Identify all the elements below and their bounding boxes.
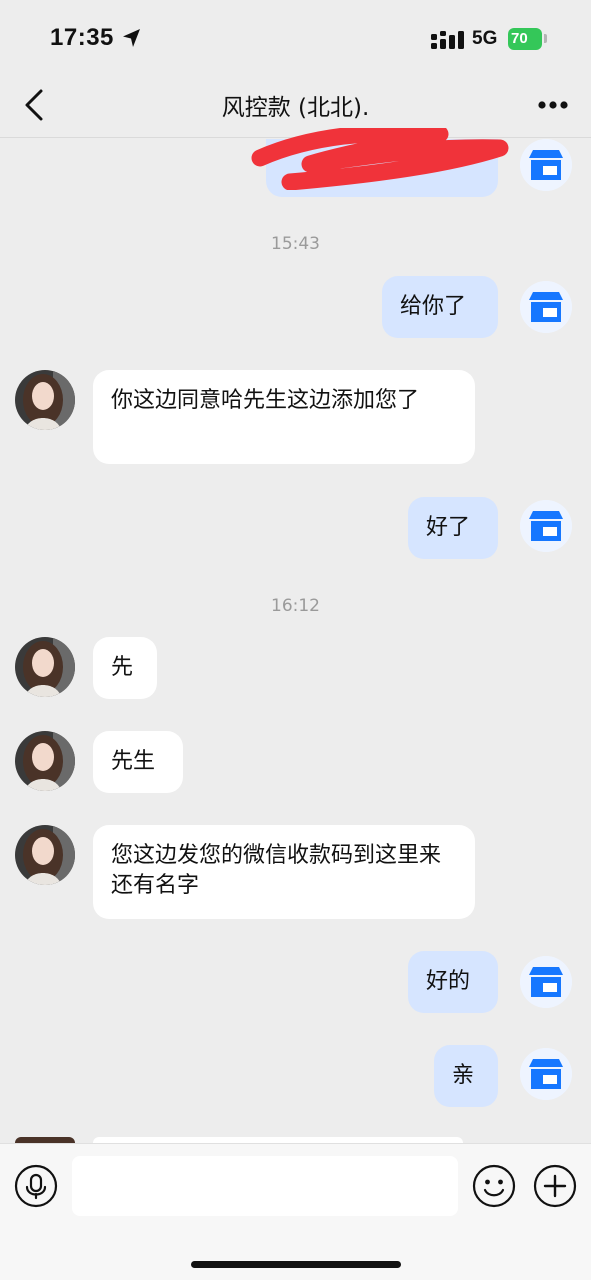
outgoing-bubble[interactable]: 好了 [408, 497, 498, 559]
incoming-bubble[interactable]: 您这边发您的微信收款码到这里来还有名字 [93, 825, 475, 919]
back-chevron-icon[interactable] [20, 88, 50, 122]
shop-avatar-icon[interactable] [520, 281, 572, 333]
battery-level: 70 [511, 30, 528, 47]
home-indicator [191, 1261, 401, 1268]
network-type: 5G [472, 28, 498, 49]
incoming-bubble[interactable]: 先生 [93, 731, 183, 793]
input-bar [0, 1143, 591, 1280]
outgoing-bubble[interactable]: 亲 [434, 1045, 498, 1107]
shop-avatar-icon[interactable] [520, 139, 572, 191]
plus-icon[interactable] [533, 1164, 577, 1208]
status-time: 17:35 [50, 24, 114, 51]
contact-avatar[interactable] [15, 731, 75, 791]
outgoing-bubble[interactable]: 给你了 [382, 276, 498, 338]
timestamp-2: 16:12 [271, 596, 320, 616]
contact-avatar[interactable] [15, 637, 75, 697]
message-input[interactable] [72, 1156, 458, 1216]
chat-title: 风控款 (北北). [221, 95, 370, 121]
incoming-bubble[interactable]: 先 [93, 637, 157, 699]
voice-input-icon[interactable] [14, 1164, 58, 1208]
incoming-bubble[interactable]: 你这边同意哈先生这边添加您了 [93, 370, 475, 464]
shop-avatar-icon[interactable] [520, 500, 572, 552]
location-arrow-icon [123, 29, 140, 47]
contact-avatar[interactable] [15, 370, 75, 430]
status-bar: 17:35 5G 70 [0, 0, 591, 80]
signal-icon [431, 31, 464, 49]
contact-avatar[interactable] [15, 825, 75, 885]
battery-tip [544, 34, 547, 43]
battery-icon: 70 [508, 28, 542, 50]
shop-avatar-icon[interactable] [520, 1048, 572, 1100]
timestamp-1: 15:43 [271, 234, 320, 254]
emoji-icon[interactable] [472, 1164, 516, 1208]
outgoing-bubble[interactable]: 好的 [408, 951, 498, 1013]
more-options-icon[interactable] [537, 100, 569, 110]
redaction-scribble [251, 128, 509, 190]
shop-avatar-icon[interactable] [520, 956, 572, 1008]
